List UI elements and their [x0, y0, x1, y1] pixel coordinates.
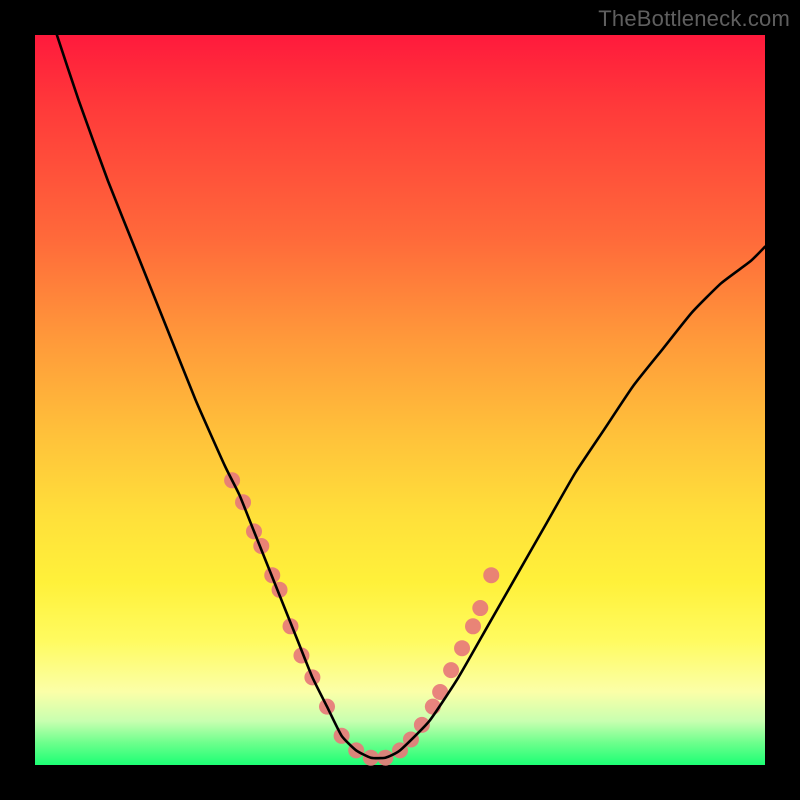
scatter-dot	[443, 662, 459, 678]
scatter-dot	[472, 600, 488, 616]
watermark-text: TheBottleneck.com	[598, 6, 790, 32]
scatter-dots	[224, 472, 499, 765]
chart-frame: TheBottleneck.com	[0, 0, 800, 800]
plot-area	[35, 35, 765, 765]
bottleneck-curve	[57, 35, 765, 758]
curve-layer	[35, 35, 765, 765]
scatter-dot	[454, 640, 470, 656]
scatter-dot	[465, 618, 481, 634]
scatter-dot	[483, 567, 499, 583]
